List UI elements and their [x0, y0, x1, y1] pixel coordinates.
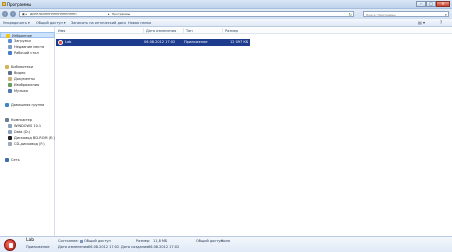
window-title: Программы — [7, 2, 32, 7]
details-created-label: Дата создания: — [121, 245, 150, 249]
details-modified: 06.08.2012 17:02 — [88, 245, 120, 249]
maximize-button[interactable]: □ — [426, 1, 436, 7]
new-folder-button[interactable]: Новая папка — [128, 20, 151, 26]
title-bar: Программы – □ ✕ — [0, 0, 452, 9]
column-size[interactable]: Размер — [222, 28, 238, 34]
column-headers: Имя Дата изменения Тип Размер — [56, 28, 452, 34]
address-row: ‹ › ▣ ▸ ДИГЕЛЬННННННННННННННН ▸ Программ… — [0, 9, 452, 19]
breadcrumb-separator: ▸ — [108, 12, 110, 16]
details-state: Общий доступ — [80, 239, 111, 243]
refresh-icon[interactable]: ↻ — [349, 12, 352, 17]
column-date-modified[interactable]: Дата изменения — [143, 28, 176, 34]
details-pane: Lab Приложение Дата изменения: 06.08.201… — [0, 236, 452, 252]
details-state-label: Состояние: — [58, 239, 79, 243]
details-created: 06.08.2012 17:02 — [148, 245, 180, 249]
computer-icon: ▣ ▸ — [22, 12, 28, 16]
views-icon[interactable]: ▤ ▾ — [418, 20, 425, 26]
details-kind: Приложение — [26, 245, 50, 249]
forward-button[interactable]: › — [10, 11, 16, 17]
address-bar[interactable]: ▣ ▸ ДИГЕЛЬННННННННННННННН ▸ Программы ↻ — [19, 11, 354, 17]
drive-icon — [8, 124, 12, 128]
documents-icon — [8, 77, 12, 81]
window-controls: – □ ✕ — [416, 1, 450, 7]
column-name[interactable]: Имя — [56, 28, 65, 34]
nav-label: Сеть — [11, 158, 20, 162]
app-icon — [58, 40, 63, 45]
details-size: 11,8 МБ — [153, 239, 168, 243]
details-shared: Коля — [221, 239, 230, 243]
back-button[interactable]: ‹ — [2, 11, 8, 17]
details-size-label: Размер: — [136, 239, 151, 243]
share-icon — [80, 239, 83, 243]
file-modified: 06.08.2012 17:02 — [144, 40, 176, 44]
nav-desktop[interactable]: Рабочий стол — [0, 50, 55, 56]
details-shared-label: Общий доступ: — [196, 239, 224, 243]
music-icon — [8, 89, 12, 93]
recent-places-icon — [8, 45, 12, 49]
nav-label: Музыка — [14, 89, 28, 93]
video-icon — [8, 71, 12, 75]
breadcrumb-folder[interactable]: Программы — [112, 12, 130, 17]
network-icon — [5, 158, 9, 162]
column-type[interactable]: Тип — [183, 28, 193, 34]
file-size: 12 097 КБ — [230, 40, 249, 44]
nav-homegroup[interactable]: Домашняя группа — [0, 102, 55, 108]
cd-drive-icon — [8, 142, 12, 146]
downloads-icon — [8, 39, 12, 43]
search-box[interactable]: ⌕ — [363, 11, 449, 17]
help-icon[interactable]: ? — [440, 20, 442, 26]
close-button[interactable]: ✕ — [436, 1, 450, 7]
computer-icon — [5, 118, 9, 122]
details-state-value: Общий доступ — [84, 239, 111, 243]
app-icon — [4, 239, 16, 251]
libraries-icon — [5, 65, 9, 69]
search-input[interactable] — [366, 12, 440, 17]
organize-button[interactable]: Упорядочить ▾ — [3, 20, 30, 26]
nav-label: CD-дисковод (F:) — [14, 142, 45, 146]
breadcrumb-user[interactable]: ДИГЕЛЬННННННННННННННН — [30, 12, 76, 17]
nav-music[interactable]: Музыка — [0, 88, 55, 94]
nav-label: Рабочий стол — [14, 51, 39, 55]
nav-drive-f[interactable]: CD-дисковод (F:) — [0, 141, 55, 147]
drive-icon — [8, 130, 12, 134]
command-bar: Упорядочить ▾ Общий доступ ▾ Записать на… — [0, 19, 452, 27]
navigation-pane: Избранное Загрузки Недавние места Рабочи… — [0, 27, 55, 236]
bd-rom-icon — [8, 136, 12, 140]
details-name: Lab — [26, 238, 35, 243]
share-button[interactable]: Общий доступ ▾ — [36, 20, 66, 26]
pictures-icon — [8, 83, 12, 87]
search-icon[interactable]: ⌕ — [445, 12, 447, 17]
minimize-button[interactable]: – — [416, 1, 426, 7]
file-type: Приложение — [184, 40, 208, 44]
nav-network[interactable]: Сеть — [0, 157, 55, 163]
file-row[interactable]: Lab 06.08.2012 17:02 Приложение 12 097 К… — [56, 39, 250, 46]
homegroup-icon — [5, 103, 9, 107]
desktop-icon — [8, 51, 12, 55]
nav-label: Домашняя группа — [11, 103, 45, 107]
details-modified-label: Дата изменения: — [58, 245, 90, 249]
burn-button[interactable]: Записать на оптический диск — [71, 20, 126, 26]
folder-icon — [2, 2, 6, 6]
file-name: Lab — [65, 40, 72, 44]
